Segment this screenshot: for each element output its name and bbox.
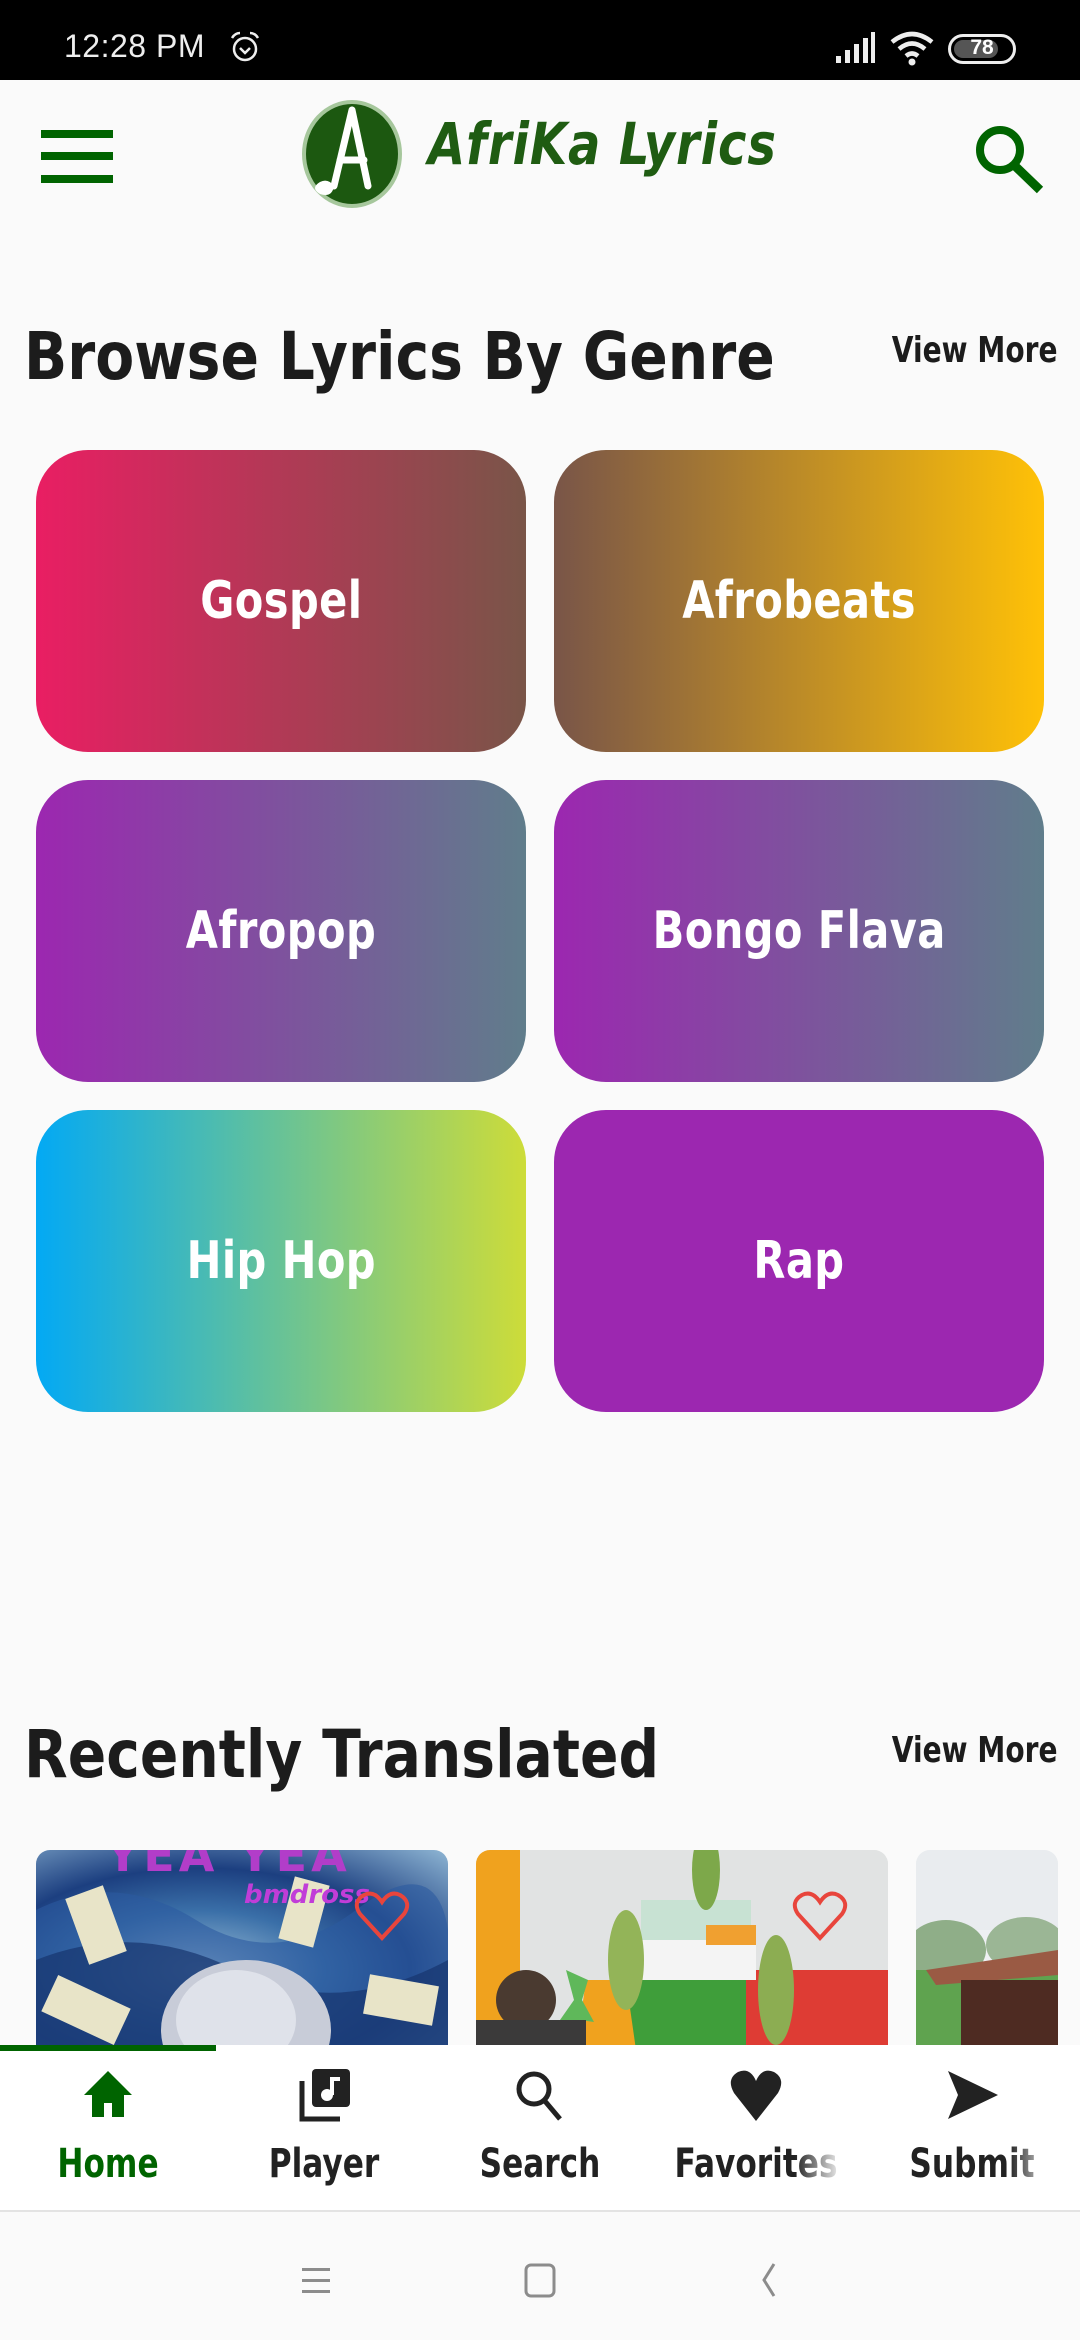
app-bar: AfriKa Lyrics	[0, 80, 1080, 230]
genres-view-more-link[interactable]: View More	[892, 330, 1058, 371]
recent-view-more-link[interactable]: View More	[892, 1730, 1058, 1771]
genre-card-hip-hop[interactable]: Hip Hop	[36, 1110, 526, 1412]
genre-card-bongo-flava[interactable]: Bongo Flava	[554, 780, 1044, 1082]
recent-section-title: Recently Translated	[24, 1716, 660, 1793]
heart-outline-icon[interactable]	[792, 1890, 848, 1942]
recents-icon[interactable]	[296, 2260, 336, 2300]
search-icon	[516, 2071, 562, 2121]
menu-bar	[41, 175, 113, 183]
genres-section-title: Browse Lyrics By Genre	[24, 318, 775, 395]
song-artwork	[476, 1850, 888, 2050]
signal-icon	[836, 32, 875, 63]
genre-label: Afropop	[185, 901, 377, 961]
genre-label: Bongo Flava	[652, 901, 946, 961]
app-logo	[302, 100, 402, 208]
nav-label: Favorites	[674, 2141, 838, 2187]
artwork-artist-text: bmdross	[244, 1880, 370, 1910]
recent-song-card[interactable]	[476, 1850, 888, 2050]
system-navigation-bar	[0, 2210, 1080, 2340]
genre-label: Gospel	[199, 571, 363, 631]
recent-song-card[interactable]: YEA YEA bmdross	[36, 1850, 448, 2050]
menu-bar	[41, 152, 113, 160]
genre-card-rap[interactable]: Rap	[554, 1110, 1044, 1412]
nav-label: Home	[57, 2141, 159, 2187]
status-time: 12:28 PM	[64, 28, 205, 64]
battery-level: 78	[970, 36, 994, 59]
nav-label: Search	[479, 2141, 601, 2187]
home-icon	[84, 2071, 132, 2117]
recent-song-card[interactable]	[916, 1850, 1058, 2050]
nav-label: Submit	[909, 2141, 1035, 2187]
bottom-navigation: Home Player Search Favorites Submit	[0, 2045, 1080, 2210]
genre-label: Rap	[753, 1231, 845, 1291]
app-title: AfriKa Lyrics	[428, 110, 777, 178]
song-artwork	[916, 1850, 1058, 2050]
send-icon	[948, 2071, 998, 2119]
home-square-icon[interactable]	[520, 2260, 560, 2300]
genre-label: Afrobeats	[682, 571, 916, 631]
music-library-icon	[299, 2069, 350, 2122]
wifi-icon	[890, 31, 934, 66]
heart-outline-icon[interactable]	[354, 1890, 410, 1942]
back-icon[interactable]	[748, 2260, 788, 2300]
nav-tab-search[interactable]: Search	[432, 2045, 648, 2210]
nav-tab-home[interactable]: Home	[0, 2045, 216, 2210]
nav-tab-player[interactable]: Player	[216, 2045, 432, 2210]
genre-card-afrobeats[interactable]: Afrobeats	[554, 450, 1044, 752]
battery-icon: 78	[948, 34, 1016, 64]
status-bar: 12:28 PM 78	[0, 0, 1080, 80]
genre-label: Hip Hop	[186, 1231, 376, 1291]
nav-tab-submit[interactable]: Submit	[864, 2045, 1080, 2210]
nav-tab-favorites[interactable]: Favorites	[648, 2045, 864, 2210]
search-icon[interactable]	[968, 116, 1048, 196]
hamburger-menu-button[interactable]	[41, 130, 113, 184]
artwork-title-text: YEA YEA	[106, 1850, 351, 1882]
alarm-icon	[230, 31, 260, 62]
nav-label: Player	[268, 2141, 380, 2187]
genre-card-afropop[interactable]: Afropop	[36, 780, 526, 1082]
hamburger-menu-icon	[41, 130, 113, 138]
heart-icon	[730, 2070, 782, 2121]
genre-card-gospel[interactable]: Gospel	[36, 450, 526, 752]
